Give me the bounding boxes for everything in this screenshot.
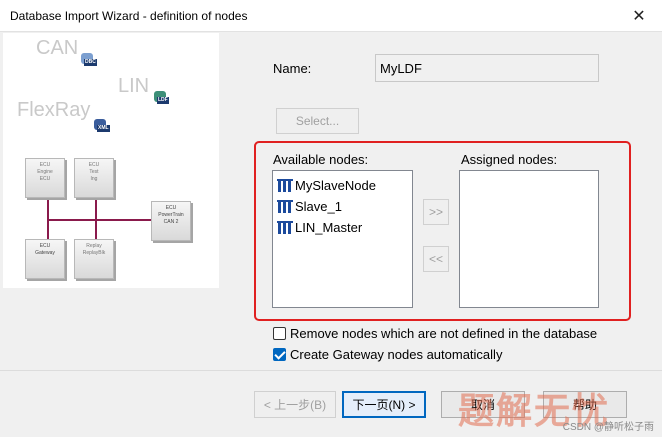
footer-separator: [0, 370, 662, 371]
assigned-nodes-label: Assigned nodes:: [461, 152, 558, 167]
protocol-flexray-label: FlexRay: [17, 99, 91, 121]
ecu-replay: Replay ReplayBlk: [74, 239, 114, 279]
remove-nodes-option[interactable]: Remove nodes which are not defined in th…: [273, 324, 597, 342]
protocol-can-label: CAN: [36, 37, 79, 59]
assigned-nodes-list[interactable]: [459, 170, 599, 308]
bus-line-ecu2: [95, 198, 97, 240]
remove-nodes-checkbox[interactable]: [273, 326, 286, 340]
create-gateway-checkbox[interactable]: [273, 347, 286, 361]
name-label: Name:: [273, 61, 312, 76]
database-icon-xml: XML: [94, 119, 110, 132]
remove-node-button[interactable]: <<: [423, 246, 449, 272]
title-bar: Database Import Wizard - definition of n…: [0, 0, 662, 32]
ecu-test: ECU Test Ing: [74, 158, 114, 198]
network-node-icon: [277, 199, 293, 214]
window-title: Database Import Wizard - definition of n…: [10, 9, 248, 23]
name-field[interactable]: MyLDF: [375, 54, 599, 82]
close-icon: ✕: [632, 8, 646, 25]
list-item[interactable]: MySlaveNode: [277, 175, 376, 196]
close-button[interactable]: ✕: [616, 0, 662, 32]
available-nodes-list[interactable]: MySlaveNode Slave_1 LIN_Master: [272, 170, 413, 308]
bus-line-ecu1: [47, 198, 49, 240]
add-node-button[interactable]: >>: [423, 199, 449, 225]
available-nodes-label: Available nodes:: [273, 152, 369, 167]
network-node-icon: [277, 220, 293, 235]
wizard-illustration: CAN DBC LIN LDF FlexRay XML ECU Engine ECU…: [3, 33, 219, 288]
protocol-lin-label: LIN: [118, 75, 150, 97]
ecu-engine: ECU Engine ECU: [25, 158, 65, 198]
database-icon-dbc: DBC: [81, 53, 97, 66]
credit-text: CSDN @静听松子雨: [562, 422, 654, 433]
select-button[interactable]: Select...: [276, 108, 359, 134]
ecu-gateway: ECU Gateway: [25, 239, 65, 279]
next-button[interactable]: 下一页(N) >: [342, 391, 426, 418]
database-icon-ldf: LDF: [154, 91, 170, 104]
back-button[interactable]: < 上一步(B): [254, 391, 336, 418]
list-item[interactable]: LIN_Master: [277, 217, 362, 238]
create-gateway-option[interactable]: Create Gateway nodes automatically: [273, 345, 502, 363]
list-item[interactable]: Slave_1: [277, 196, 342, 217]
ecu-powertrain: ECU PowerTrain CAN 2: [151, 201, 191, 241]
network-node-icon: [277, 178, 293, 193]
